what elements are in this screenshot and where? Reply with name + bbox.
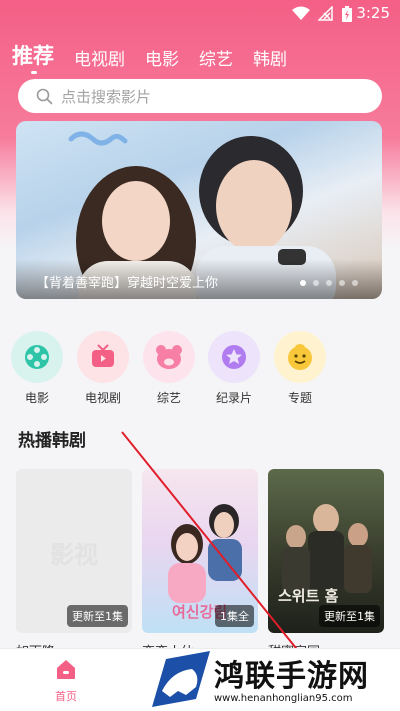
category-label: 电视剧: [84, 391, 121, 405]
wifi-icon: [292, 6, 310, 20]
status-bar: 3:25: [0, 0, 400, 28]
episode-badge: 更新至1集: [319, 605, 380, 627]
category-icon-bg: [208, 331, 260, 383]
watermark-name: 鸿联手游网: [214, 659, 369, 694]
category-tv-series[interactable]: 电视剧: [77, 331, 129, 406]
tv-icon: [92, 344, 114, 367]
category-label: 纪录片: [215, 391, 252, 405]
banner-caption-overlay: 【背着善宰跑】穿越时空爱上你: [16, 259, 382, 299]
home-icon: [57, 660, 75, 679]
carousel-dot[interactable]: [313, 280, 319, 286]
carousel-dot[interactable]: [339, 280, 345, 286]
poster-art-text: 스위트 홈: [278, 587, 339, 605]
site-watermark: 鸿联手游网 www.henanhonglian95.com: [152, 651, 398, 709]
poster-card[interactable]: 影视 更新至1集: [16, 469, 132, 633]
featured-banner[interactable]: 【背着善宰跑】穿越时空爱上你: [16, 121, 382, 299]
category-icon-bg: [11, 331, 63, 383]
tab-recommend[interactable]: 推荐: [12, 40, 54, 70]
category-icon-bg: [143, 331, 195, 383]
search-bar[interactable]: 点击搜索影片: [18, 79, 382, 113]
carousel-dot[interactable]: [352, 280, 358, 286]
carousel-dot[interactable]: [300, 280, 306, 286]
star-icon: [222, 345, 246, 369]
carousel-dots: [293, 280, 358, 286]
search-icon: [36, 88, 53, 104]
category-label: 电影: [24, 391, 49, 405]
nav-home-label: 首页: [55, 690, 77, 703]
poster-card[interactable]: 여신강림 1集全: [142, 469, 258, 633]
category-movies[interactable]: 电影: [11, 331, 63, 406]
category-variety[interactable]: 综艺: [143, 331, 195, 406]
film-reel-icon: [25, 345, 49, 369]
tab-korean-drama[interactable]: 韩剧: [253, 45, 287, 70]
category-label: 专题: [287, 391, 312, 405]
section-title: 热播韩剧: [18, 431, 86, 451]
active-tab-indicator: [31, 71, 37, 74]
tab-movies[interactable]: 电影: [145, 45, 179, 70]
banner-caption: 【背着善宰跑】穿越时空爱上你: [36, 276, 219, 291]
watermark-url: www.henanhonglian95.com: [214, 693, 353, 704]
tab-variety[interactable]: 综艺: [199, 45, 233, 70]
episode-badge: 更新至1集: [67, 605, 128, 627]
top-tabs: 推荐 电视剧 电影 综艺 韩剧: [12, 36, 307, 70]
bear-icon: [156, 345, 182, 369]
no-signal-icon: [318, 6, 333, 21]
poster-card[interactable]: 스위트 홈 更新至1集: [268, 469, 384, 633]
category-label: 综艺: [156, 391, 181, 405]
category-icon-bg: [77, 331, 129, 383]
category-special[interactable]: 专题: [274, 331, 326, 406]
tab-tv-series[interactable]: 电视剧: [74, 45, 125, 70]
category-documentary[interactable]: 纪录片: [208, 331, 260, 406]
category-icon-bg: [274, 331, 326, 383]
smiley-icon: [288, 344, 312, 370]
carousel-dot[interactable]: [326, 280, 332, 286]
clock: 3:25: [356, 4, 390, 22]
battery-charging-icon: [342, 6, 352, 22]
poster-placeholder-text: 影视: [50, 541, 98, 569]
episode-badge: 1集全: [215, 605, 254, 627]
nav-home[interactable]: 首页: [46, 657, 86, 704]
watermark-logo-icon: [152, 651, 210, 707]
search-placeholder: 点击搜索影片: [61, 87, 152, 106]
